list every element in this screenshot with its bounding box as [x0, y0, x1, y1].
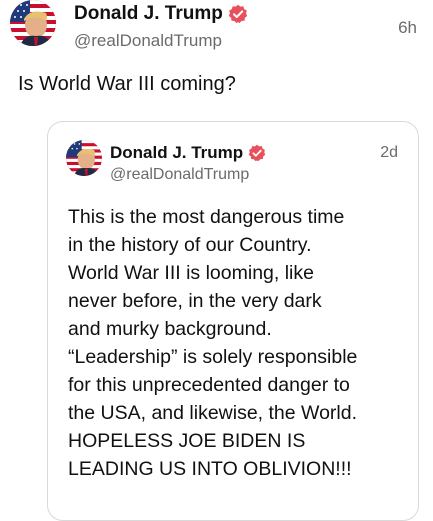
quoted-author-avatar[interactable]: [66, 140, 102, 176]
quoted-text-line: LEADING US INTO OBLIVION!!!: [68, 458, 352, 480]
quoted-post-timestamp[interactable]: 2d: [380, 144, 398, 162]
author-handle[interactable]: @realDonaldTrump: [74, 31, 222, 51]
quoted-post-text: This is the most dangerous time in the h…: [68, 203, 414, 483]
flag-portrait-icon: [10, 0, 56, 46]
quoted-author-handle[interactable]: @realDonaldTrump: [110, 166, 249, 184]
quoted-text-line: for this unprecedented danger to: [68, 374, 350, 396]
author-display-name[interactable]: Donald J. Trump: [74, 3, 248, 25]
quoted-text-line: in the history of our Country.: [68, 234, 312, 256]
quoted-text-line: the USA, and likewise, the World.: [68, 402, 358, 424]
quoted-text-line: This is the most dangerous time: [68, 206, 345, 228]
quoted-text-line: never before, in the very dark: [68, 290, 322, 312]
quoted-author-name-text: Donald J. Trump: [110, 143, 244, 162]
quoted-post-card[interactable]: Donald J. Trump @realDonaldTrump 2d This…: [47, 121, 419, 521]
author-name-text: Donald J. Trump: [74, 3, 223, 24]
quoted-author-display-name[interactable]: Donald J. Trump: [110, 143, 266, 163]
post-text: Is World War III coming?: [18, 73, 236, 95]
flag-portrait-icon: [66, 140, 102, 176]
post-timestamp[interactable]: 6h: [398, 18, 417, 38]
post: Donald J. Trump @realDonaldTrump 6h Is W…: [0, 0, 433, 521]
verified-badge-icon: [228, 4, 248, 24]
quoted-text-line: HOPELESS JOE BIDEN IS: [68, 430, 306, 452]
verified-badge-icon: [248, 144, 266, 162]
quoted-text-line: World War III is looming, like: [68, 262, 314, 284]
quoted-text-line: and murky background.: [68, 318, 272, 340]
author-avatar[interactable]: [10, 0, 56, 46]
quoted-text-line: “Leadership” is solely responsible: [68, 346, 358, 368]
